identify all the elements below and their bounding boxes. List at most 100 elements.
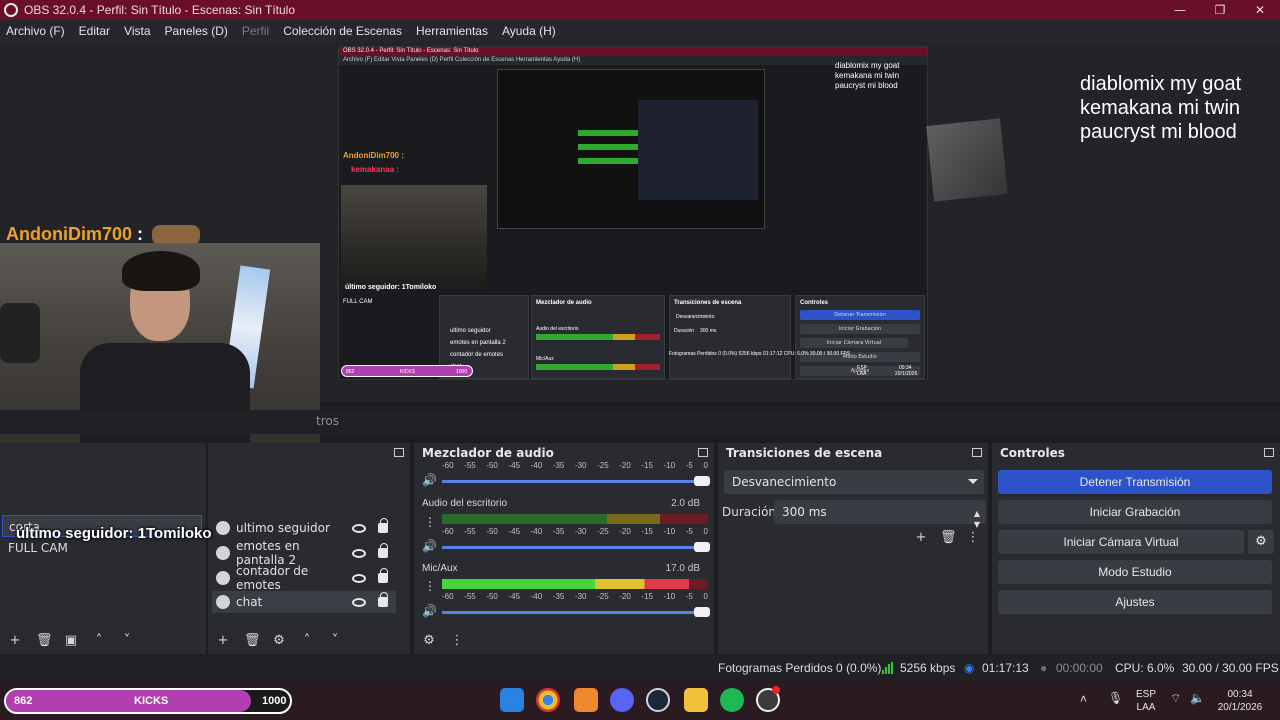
virtual-camera-settings-gear-icon[interactable]: ⚙: [1248, 530, 1274, 554]
transition-select[interactable]: Desvanecimiento: [724, 470, 984, 494]
spotify-icon[interactable]: [720, 688, 744, 712]
filter-icon[interactable]: ▣: [64, 634, 78, 648]
volume-meter: [442, 579, 708, 589]
meter-tick-label: -15: [641, 592, 653, 601]
nested-title: OBS 32.0.4 - Perfil: Sin Título - Escena…: [339, 47, 927, 56]
tab-filters[interactable]: tros: [316, 414, 339, 428]
volume-fader[interactable]: [442, 542, 710, 552]
language-indicator[interactable]: ESP LAA: [1134, 688, 1158, 714]
arrow-up-icon[interactable]: ˄: [300, 634, 314, 648]
clock-date: 20/1/2026: [1217, 702, 1263, 713]
lock-icon[interactable]: [378, 568, 388, 583]
eye-icon[interactable]: [352, 548, 366, 558]
windows-start-icon[interactable]: [500, 688, 524, 712]
menu-coleccion-escenas[interactable]: Colección de Escenas: [277, 24, 410, 38]
gear-icon[interactable]: ⚙: [272, 634, 286, 648]
speaker-icon[interactable]: 🔊: [422, 539, 437, 553]
chrome-icon[interactable]: [536, 688, 560, 712]
advanced-audio-icon[interactable]: ⚙: [422, 634, 436, 648]
popout-icon[interactable]: [972, 448, 982, 457]
trash-icon[interactable]: 🗑: [244, 634, 261, 648]
clock[interactable]: 00:34 20/1/2026: [1214, 688, 1266, 714]
sources-dock: ultimo seguidor emotes en pantalla 2 con…: [208, 443, 410, 654]
source-item[interactable]: contador de emotes: [212, 564, 396, 592]
chevron-up-icon[interactable]: ˄: [1080, 693, 1087, 706]
close-button[interactable]: ✕: [1240, 3, 1280, 17]
speaker-icon[interactable]: 🔊: [422, 473, 437, 487]
lock-icon[interactable]: [378, 518, 388, 533]
source-item[interactable]: ultimo seguidor: [212, 517, 396, 539]
volume-fader[interactable]: [442, 607, 710, 617]
nested-btn: Iniciar Grabación: [800, 324, 920, 334]
wifi-icon[interactable]: ⌔: [1170, 692, 1181, 705]
language-code: ESP: [1135, 689, 1156, 700]
popout-icon[interactable]: [394, 448, 404, 457]
kebab-menu-icon[interactable]: ⋮: [450, 634, 464, 648]
start-recording-button[interactable]: Iniciar Grabación: [998, 500, 1272, 524]
nested-obs-capture: OBS 32.0.4 - Perfil: Sin Título - Escena…: [338, 46, 928, 380]
track-name: Audio del escritorio: [422, 498, 508, 509]
lock-icon[interactable]: [378, 543, 388, 558]
meter-tick-label: -40: [530, 527, 543, 536]
meter-tick-label: -5: [685, 592, 693, 601]
duration-input[interactable]: 300 ms ▲ ▼: [774, 500, 986, 529]
track-name: Mic/Aux: [422, 563, 458, 574]
add-icon[interactable]: +: [216, 634, 230, 648]
meter-tick-label: 0: [703, 461, 708, 470]
arrow-down-icon[interactable]: ˅: [120, 634, 134, 648]
discord-icon[interactable]: [610, 688, 634, 712]
kebab-menu-icon[interactable]: ⋮: [424, 515, 436, 529]
menu-vista[interactable]: Vista: [118, 24, 158, 38]
eye-icon[interactable]: [352, 597, 366, 607]
meter-tick-label: -10: [663, 527, 676, 536]
overlay-text: diablomix my goat kemakana mi twin paucr…: [1080, 72, 1241, 144]
menu-editar[interactable]: Editar: [73, 24, 118, 38]
source-item[interactable]: chat: [212, 591, 396, 613]
meter-tick-label: -15: [641, 527, 653, 536]
arrow-up-icon[interactable]: ˄: [92, 634, 106, 648]
trash-icon[interactable]: 🗑: [36, 634, 53, 648]
fl-studio-icon[interactable]: [574, 688, 598, 712]
microphone-icon[interactable]: 🎙: [1108, 692, 1123, 705]
speaker-icon[interactable]: 🔊: [422, 604, 437, 618]
controls-header: Controles: [992, 443, 1280, 463]
scene-tab-strip: tros: [0, 410, 1280, 434]
settings-button[interactable]: Ajustes: [998, 590, 1272, 614]
nested-source: emotes en pantalla 2: [450, 340, 506, 346]
person-hair: [122, 251, 200, 291]
popout-icon[interactable]: [1264, 448, 1274, 457]
clock-time: 00:34: [1227, 689, 1253, 700]
lock-icon[interactable]: [378, 592, 388, 607]
stop-streaming-button[interactable]: Detener Transmisión: [998, 470, 1272, 494]
volume-fader[interactable]: [442, 476, 710, 486]
start-virtual-camera-button[interactable]: Iniciar Cámara Virtual: [998, 530, 1244, 554]
fader-knob[interactable]: [694, 476, 710, 486]
eye-icon[interactable]: [352, 523, 366, 533]
transitions-dock: Transiciones de escena Desvanecimiento D…: [718, 443, 988, 654]
volume-icon[interactable]: 🔈: [1190, 692, 1205, 705]
kebab-menu-icon[interactable]: ⋮: [966, 531, 980, 545]
add-icon[interactable]: +: [8, 634, 22, 648]
menu-paneles[interactable]: Paneles (D): [159, 24, 236, 38]
fader-knob[interactable]: [694, 542, 710, 552]
menu-archivo[interactable]: Archivo (F): [0, 24, 73, 38]
add-icon[interactable]: +: [914, 531, 928, 545]
menu-ayuda[interactable]: Ayuda (H): [496, 24, 564, 38]
nested-track-name: Mic/Aux: [536, 356, 554, 362]
source-item[interactable]: emotes en pantalla 2: [212, 539, 396, 567]
trash-icon[interactable]: 🗑: [940, 531, 957, 545]
nested-chat-line: AndoniDim700 :: [343, 151, 404, 160]
menu-herramientas[interactable]: Herramientas: [410, 24, 496, 38]
maximize-button[interactable]: ❐: [1200, 3, 1240, 17]
steam-icon[interactable]: [646, 688, 670, 712]
eye-icon[interactable]: [352, 573, 366, 583]
kebab-menu-icon[interactable]: ⋮: [424, 579, 436, 593]
fader-knob[interactable]: [694, 607, 710, 617]
menu-perfil[interactable]: Perfil: [236, 24, 277, 38]
popout-icon[interactable]: [698, 448, 708, 457]
overlay-line: kemakana mi twin: [1080, 97, 1241, 119]
file-explorer-icon[interactable]: [684, 688, 708, 712]
studio-mode-button[interactable]: Modo Estudio: [998, 560, 1272, 584]
arrow-down-icon[interactable]: ˅: [328, 634, 342, 648]
minimize-button[interactable]: —: [1160, 3, 1200, 17]
